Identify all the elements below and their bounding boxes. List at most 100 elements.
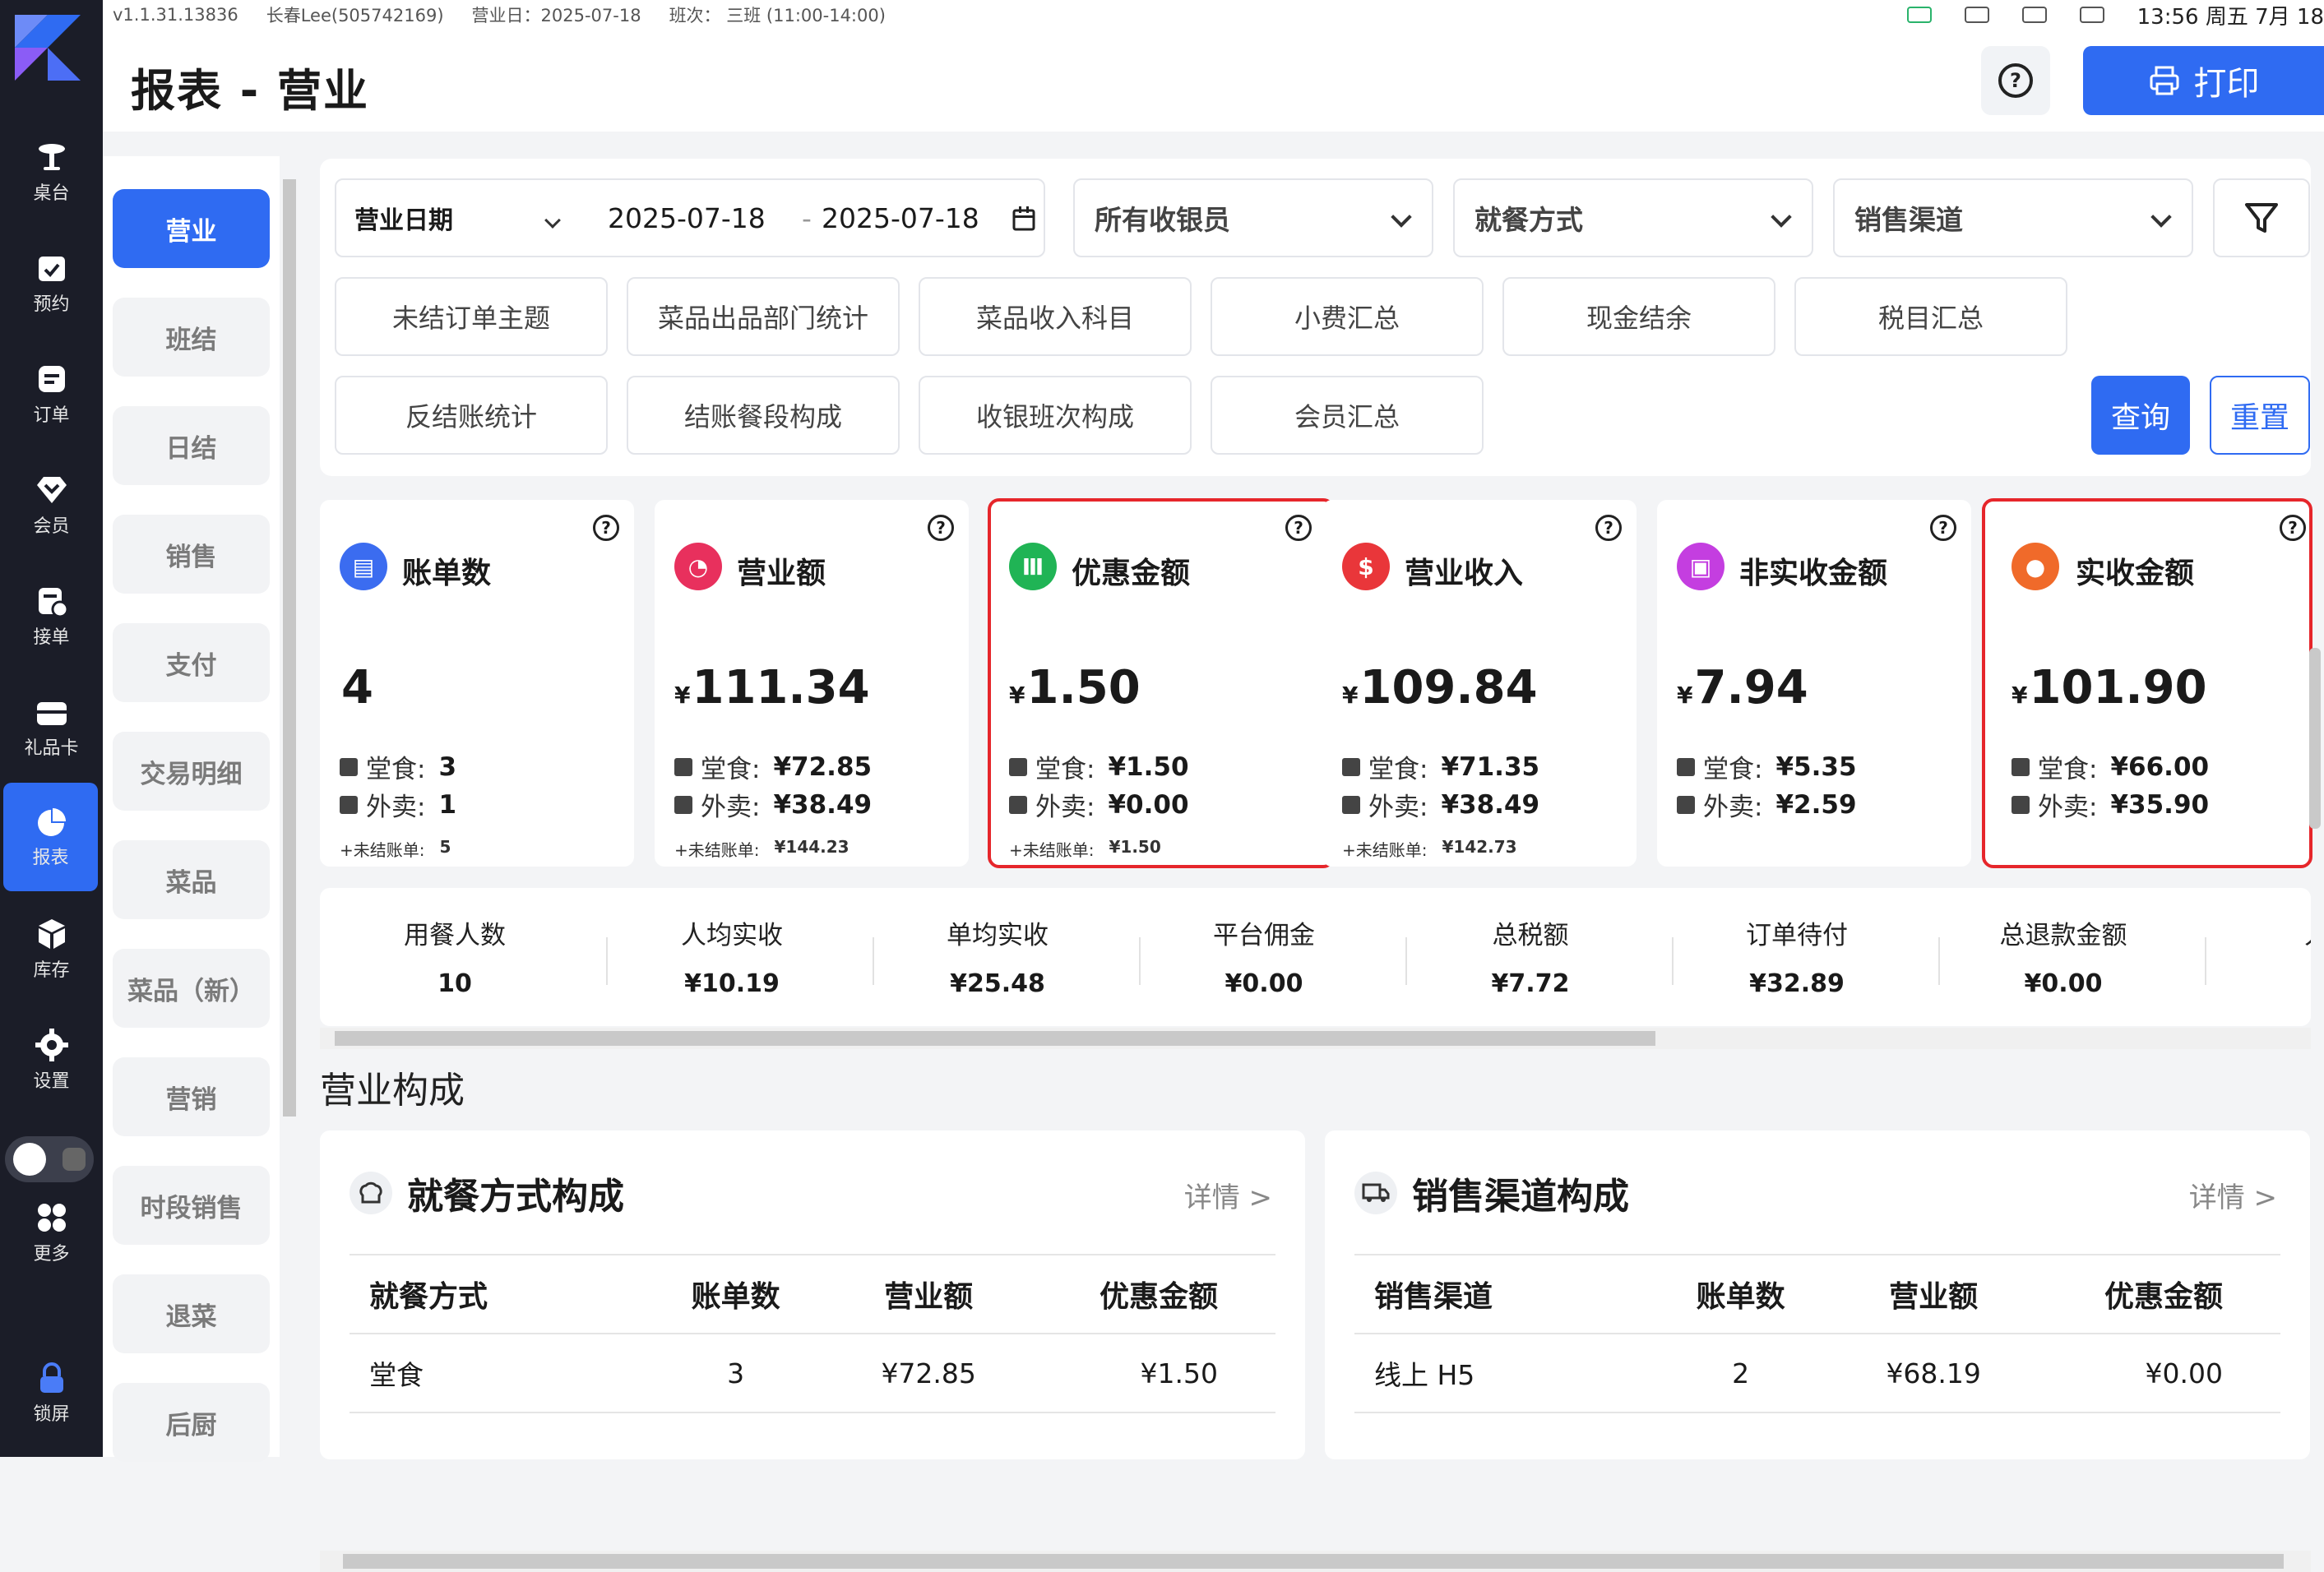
filter-button[interactable] [2213, 178, 2310, 257]
sheet-icon[interactable] [1906, 7, 1932, 23]
stat-amount: 4 [341, 661, 373, 714]
cashier-select[interactable]: 所有收银员 [1073, 178, 1433, 257]
tag-tip-summary[interactable]: 小费汇总 [1211, 277, 1484, 356]
tag-cashier-shift[interactable]: 收银班次构成 [919, 376, 1192, 455]
sidebar-item-label: 桌台 [33, 183, 70, 204]
sidebar-item-reservations[interactable]: 预约 [0, 234, 103, 333]
table-header: 销售渠道 账单数 营业额 优惠金额 [1354, 1255, 2280, 1334]
metric-total-tax: 总税额 ¥7.72 [1491, 921, 1570, 998]
question-icon[interactable]: ? [1285, 515, 1312, 541]
subnav-item-dishes[interactable]: 菜品 [113, 840, 270, 919]
bottom-scrollbar[interactable] [320, 1551, 2311, 1572]
query-button[interactable]: 查询 [2091, 376, 2190, 455]
question-icon[interactable]: ? [928, 515, 954, 541]
sidebar-item-members[interactable]: 会员 [0, 456, 103, 555]
help-button[interactable]: ? [1981, 46, 2050, 115]
subnav-item-shift[interactable]: 班结 [113, 298, 270, 377]
sidebar-item-label: 报表 [32, 848, 69, 868]
sidebar-item-accept-orders[interactable]: 接单 [0, 567, 103, 666]
metrics-scrollbar[interactable] [320, 1028, 2311, 1049]
sidebar-item-label: 礼品卡 [24, 738, 79, 759]
sidebar-item-label: 设置 [33, 1071, 70, 1092]
bill-icon: ▤ [340, 543, 387, 590]
question-icon[interactable]: ? [593, 515, 619, 541]
subnav-item-time-sales[interactable]: 时段销售 [113, 1166, 270, 1245]
diamond-icon [35, 474, 68, 506]
scrollbar-thumb[interactable] [343, 1554, 2284, 1569]
unsettled-line: +未结账单: ¥144.23 [674, 837, 850, 860]
channel-value: 销售渠道 [1854, 204, 1963, 236]
scrollbar-thumb[interactable] [2309, 648, 2321, 829]
subnav-item-transactions[interactable]: 交易明细 [113, 732, 270, 811]
date-end-input[interactable]: 2025-07-18 [822, 202, 979, 234]
calendar-check-icon [35, 252, 68, 284]
subnav-item-kitchen[interactable]: 后厨 [113, 1383, 270, 1462]
app-version: v1.1.31.13836 [113, 5, 238, 25]
add-icon[interactable] [62, 1148, 86, 1171]
dining-mode-select[interactable]: 就餐方式 [1453, 178, 1813, 257]
sidebar-item-inventory[interactable]: 库存 [0, 900, 103, 999]
date-start-input[interactable]: 2025-07-18 [608, 202, 766, 234]
sidebar-item-orders[interactable]: 订单 [0, 345, 103, 444]
table-icon[interactable] [13, 1143, 46, 1176]
takeout-line: 外卖: ¥2.59 [1677, 786, 1857, 823]
sidebar-item-gift-cards[interactable]: 礼品卡 [0, 678, 103, 777]
scrollbar-thumb[interactable] [283, 179, 296, 1117]
page-title: 报表 - 营业 [131, 65, 370, 117]
stat-amount: ¥111.34 [674, 661, 870, 714]
tag-meal-period[interactable]: 结账餐段构成 [627, 376, 900, 455]
sidebar-item-label: 库存 [33, 960, 70, 981]
sidebar-item-more[interactable]: 更多 [0, 1184, 103, 1283]
stat-amount: ¥101.90 [2012, 661, 2207, 714]
report-subnav: 营业 班结 日结 销售 支付 交易明细 菜品 菜品（新） 营销 时段销售 退菜 … [103, 156, 280, 1462]
subnav-scrollbar[interactable] [280, 156, 299, 1457]
tag-tax-summary[interactable]: 税目汇总 [1794, 277, 2067, 356]
fork-knife-icon [1342, 757, 1360, 776]
subnav-item-sales[interactable]: 销售 [113, 515, 270, 594]
subnav-item-business[interactable]: 营业 [113, 189, 270, 268]
dining-mode-composition: 就餐方式构成 详情 > 就餐方式 账单数 营业额 优惠金额 堂食 3 ¥72.85 ¥1.5… [320, 1130, 1305, 1459]
content-scrollbar[interactable] [2304, 500, 2324, 1551]
subnav-item-returns[interactable]: 退菜 [113, 1274, 270, 1353]
details-link[interactable]: 详情 > [1184, 1175, 1272, 1215]
sales-channel-table: 销售渠道 账单数 营业额 优惠金额 线上 H5 2 ¥68.19 ¥0.00 [1354, 1254, 2280, 1413]
scrollbar-thumb[interactable] [335, 1031, 1655, 1046]
system-tray: 13:56 周五 7月 18 [1906, 0, 2324, 30]
tag-dish-dept-stats[interactable]: 菜品出品部门统计 [627, 277, 900, 356]
stat-title: 账单数 [402, 557, 492, 590]
sidebar-item-label: 订单 [33, 405, 70, 426]
tag-unsettled-orders[interactable]: 未结订单主题 [335, 277, 608, 356]
sidebar-item-label: 预约 [33, 294, 70, 315]
table-row[interactable]: 线上 H5 2 ¥68.19 ¥0.00 [1354, 1334, 2280, 1413]
calendar-icon[interactable] [1012, 206, 1035, 231]
print-button[interactable]: 打印 [2083, 46, 2324, 115]
subnav-item-daily[interactable]: 日结 [113, 406, 270, 485]
tag-cash-balance[interactable]: 现金结余 [1502, 277, 1775, 356]
date-type-select[interactable]: 营业日期 [354, 200, 453, 236]
sidebar-item-settings[interactable]: 设置 [0, 1011, 103, 1110]
question-icon[interactable]: ? [2280, 515, 2306, 541]
subnav-item-payment[interactable]: 支付 [113, 623, 270, 702]
question-icon[interactable]: ? [1930, 515, 1956, 541]
tag-reverse-checkout[interactable]: 反结账统计 [335, 376, 608, 455]
metrics-strip: 用餐人数 10 人均实收 ¥10.19 单均实收 ¥25.48 平台佣金 ¥0.00 总… [320, 888, 2311, 1026]
tag-dish-income-subject[interactable]: 菜品收入科目 [919, 277, 1192, 356]
subnav-item-dishes-new[interactable]: 菜品（新） [113, 949, 270, 1028]
cashier-value: 所有收银员 [1095, 204, 1230, 236]
sidebar-item-lock[interactable]: 锁屏 [0, 1344, 103, 1443]
sidebar-item-reports[interactable]: 报表 [3, 783, 98, 891]
date-separator: - [802, 201, 812, 234]
quick-switch[interactable] [5, 1136, 94, 1182]
date-range-filter[interactable]: 营业日期 2025-07-18 - 2025-07-18 [335, 178, 1045, 257]
sidebar-item-tables[interactable]: 桌台 [0, 123, 103, 222]
table-row[interactable]: 堂食 3 ¥72.85 ¥1.50 [350, 1334, 1275, 1413]
channel-select[interactable]: 销售渠道 [1833, 178, 2193, 257]
details-link[interactable]: 详情 > [2189, 1175, 2277, 1215]
tag-member-summary[interactable]: 会员汇总 [1211, 376, 1484, 455]
stat-card-revenue: ? ◔ 营业额 ¥111.34 堂食: ¥72.85 外卖: ¥38.49 +未结账… [655, 500, 969, 867]
reset-button[interactable]: 重置 [2210, 376, 2310, 455]
subnav-item-marketing[interactable]: 营销 [113, 1057, 270, 1136]
fork-knife-icon [340, 757, 358, 776]
database-icon[interactable] [1964, 7, 1989, 23]
question-icon[interactable]: ? [1595, 515, 1622, 541]
